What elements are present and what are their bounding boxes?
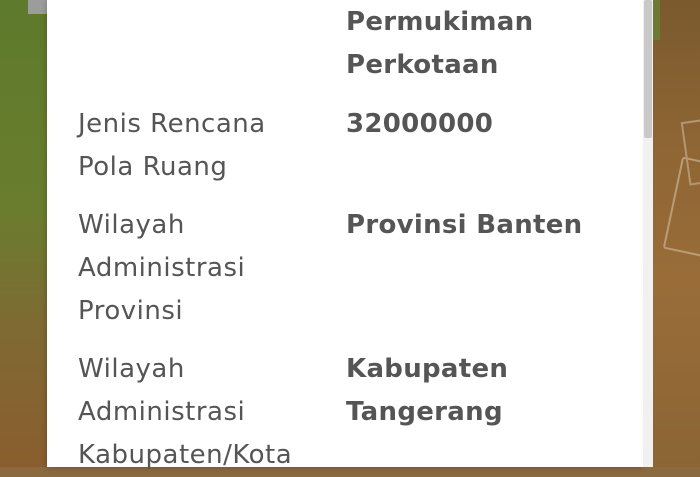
attribute-value: Provinsi Banten	[346, 210, 583, 240]
attribute-value: Permukiman Perkotaan	[346, 7, 534, 80]
attribute-label: Jenis Rencana Pola Ruang	[78, 109, 266, 182]
scrollbar-thumb[interactable]	[644, 0, 652, 138]
attribute-label: Wilayah Administrasi Kabupaten/Kota	[78, 354, 293, 470]
attribute-value: 32000000	[346, 109, 494, 139]
attribute-value: Kabupaten Tangerang	[346, 354, 509, 427]
map-control[interactable]	[28, 0, 48, 14]
popup-scrollbar[interactable]	[643, 0, 653, 467]
attribute-label: Wilayah Administrasi Provinsi	[78, 210, 246, 326]
